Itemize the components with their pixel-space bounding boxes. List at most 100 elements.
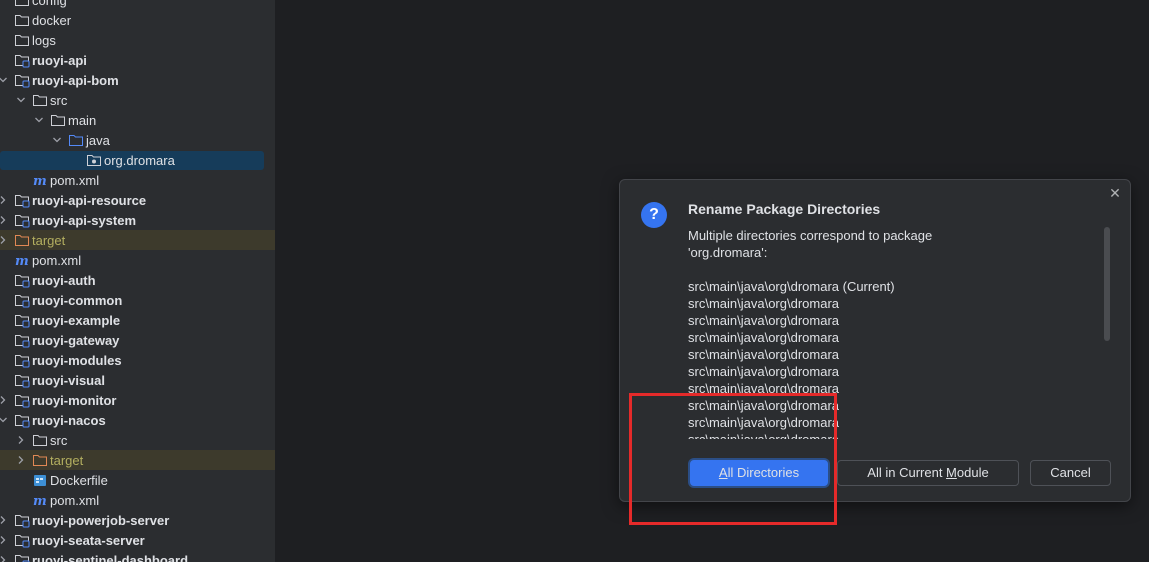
tree-item-java[interactable]: java: [0, 130, 275, 150]
module-folder-icon: [14, 72, 30, 88]
tree-item-label: ruoyi-modules: [32, 352, 122, 368]
tree-item-ruoyi-nacos[interactable]: ruoyi-nacos: [0, 410, 275, 430]
tree-item-ruoyi-example[interactable]: ruoyi-example: [0, 310, 275, 330]
tree-item-main[interactable]: main: [0, 110, 275, 130]
module-folder-icon: [14, 412, 30, 428]
question-icon: ?: [641, 202, 667, 228]
rename-package-dialog: ✕ ? Rename Package Directories Multiple …: [619, 179, 1131, 502]
directory-path: src\main\java\org\dromara: [688, 398, 839, 413]
tree-item-label: pom.xml: [50, 492, 100, 508]
svg-text:m: m: [15, 254, 29, 268]
chevron-right-icon[interactable]: [0, 235, 8, 245]
module-folder-icon: [14, 512, 30, 528]
maven-icon: m: [14, 252, 30, 268]
tree-item-label: ruoyi-api-bom: [32, 72, 119, 88]
chevron-down-icon[interactable]: [52, 135, 62, 145]
directory-path: src\main\java\org\dromara: [688, 296, 839, 311]
tree-item-target[interactable]: target: [0, 450, 275, 470]
excluded-folder-icon: [14, 232, 30, 248]
tree-item-ruoyi-auth[interactable]: ruoyi-auth: [0, 270, 275, 290]
tree-item-docker[interactable]: docker: [0, 10, 275, 30]
mnemonic-letter: A: [718, 465, 728, 480]
tree-item-src[interactable]: src: [0, 90, 275, 110]
docker-icon: [32, 472, 48, 488]
module-folder-icon: [14, 292, 30, 308]
folder-icon: [14, 0, 30, 8]
tree-item-pom-xml[interactable]: m pom.xml: [0, 170, 275, 190]
tree-item-pom-xml[interactable]: m pom.xml: [0, 250, 275, 270]
chevron-right-icon[interactable]: [16, 435, 26, 445]
tree-item-ruoyi-visual[interactable]: ruoyi-visual: [0, 370, 275, 390]
mnemonic-letter: M: [946, 465, 957, 480]
tree-item-ruoyi-api-bom[interactable]: ruoyi-api-bom: [0, 70, 275, 90]
tree-item-label: src: [50, 92, 68, 108]
tree-item-ruoyi-monitor[interactable]: ruoyi-monitor: [0, 390, 275, 410]
chevron-down-icon[interactable]: [16, 95, 26, 105]
tree-item-org-dromara[interactable]: org.dromara: [0, 150, 275, 170]
directory-path: src\main\java\org\dromara: [688, 330, 839, 345]
tree-item-label: target: [50, 452, 84, 468]
tree-item-ruoyi-api-resource[interactable]: ruoyi-api-resource: [0, 190, 275, 210]
tree-item-label: target: [32, 232, 66, 248]
tree-item-label: ruoyi-api-system: [32, 212, 137, 228]
svg-text:m: m: [33, 174, 47, 188]
chevron-right-icon[interactable]: [0, 215, 8, 225]
project-tree-panel: config docker logs ruoyi-api ruoyi-api-bom sr…: [0, 0, 276, 562]
chevron-right-icon[interactable]: [0, 555, 8, 562]
tree-item-logs[interactable]: logs: [0, 30, 275, 50]
directory-path: src\main\java\org\dromara: [688, 364, 839, 379]
chevron-right-icon[interactable]: [0, 515, 8, 525]
module-folder-icon: [14, 372, 30, 388]
chevron-right-icon[interactable]: [0, 395, 8, 405]
chevron-right-icon[interactable]: [16, 455, 26, 465]
button-label: ll Directories: [727, 465, 800, 480]
tree-item-label: ruoyi-powerjob-server: [32, 512, 170, 528]
chevron-right-icon[interactable]: [0, 535, 8, 545]
folder-icon: [50, 112, 66, 128]
directory-path: src\main\java\org\dromara: [688, 381, 839, 396]
chevron-down-icon[interactable]: [0, 415, 8, 425]
tree-item-dockerfile[interactable]: Dockerfile: [0, 470, 275, 490]
tree-item-label: ruoyi-seata-server: [32, 532, 145, 548]
tree-item-target[interactable]: target: [0, 230, 275, 250]
cancel-button[interactable]: Cancel: [1030, 460, 1111, 486]
chevron-down-icon[interactable]: [34, 115, 44, 125]
tree-item-label: logs: [32, 32, 56, 48]
tree-item-label: ruoyi-gateway: [32, 332, 120, 348]
tree-item-label: org.dromara: [104, 152, 175, 168]
tree-item-label: src: [50, 432, 68, 448]
dialog-message: Multiple directories correspond to packa…: [688, 227, 1098, 439]
tree-item-src[interactable]: src: [0, 430, 275, 450]
tree-item-ruoyi-gateway[interactable]: ruoyi-gateway: [0, 330, 275, 350]
chevron-down-icon[interactable]: [0, 75, 8, 85]
tree-item-ruoyi-powerjob-server[interactable]: ruoyi-powerjob-server: [0, 510, 275, 530]
tree-item-ruoyi-api-system[interactable]: ruoyi-api-system: [0, 210, 275, 230]
tree-item-ruoyi-sentinel-dashboard[interactable]: ruoyi-sentinel-dashboard: [0, 550, 275, 562]
module-folder-icon: [14, 552, 30, 562]
all-directories-button[interactable]: All Directories: [690, 460, 828, 486]
tree-item-label: java: [86, 132, 110, 148]
tree-item-ruoyi-seata-server[interactable]: ruoyi-seata-server: [0, 530, 275, 550]
chevron-right-icon[interactable]: [0, 195, 8, 205]
tree-item-label: main: [68, 112, 97, 128]
tree-item-ruoyi-modules[interactable]: ruoyi-modules: [0, 350, 275, 370]
tree-item-ruoyi-api[interactable]: ruoyi-api: [0, 50, 275, 70]
directory-path: src\main\java\org\dromara: [688, 313, 839, 328]
folder-icon: [32, 92, 48, 108]
directory-path: src\main\java\org\dromara: [688, 431, 1098, 439]
tree-item-config[interactable]: config: [0, 0, 275, 10]
module-folder-icon: [14, 312, 30, 328]
tree-item-pom-xml[interactable]: m pom.xml: [0, 490, 275, 510]
tree-item-label: ruoyi-monitor: [32, 392, 117, 408]
vertical-scrollbar[interactable]: [1104, 227, 1110, 341]
tree-item-ruoyi-common[interactable]: ruoyi-common: [0, 290, 275, 310]
all-in-current-module-button[interactable]: All in Current Module: [837, 460, 1019, 486]
module-folder-icon: [14, 352, 30, 368]
close-icon[interactable]: ✕: [1108, 186, 1122, 200]
